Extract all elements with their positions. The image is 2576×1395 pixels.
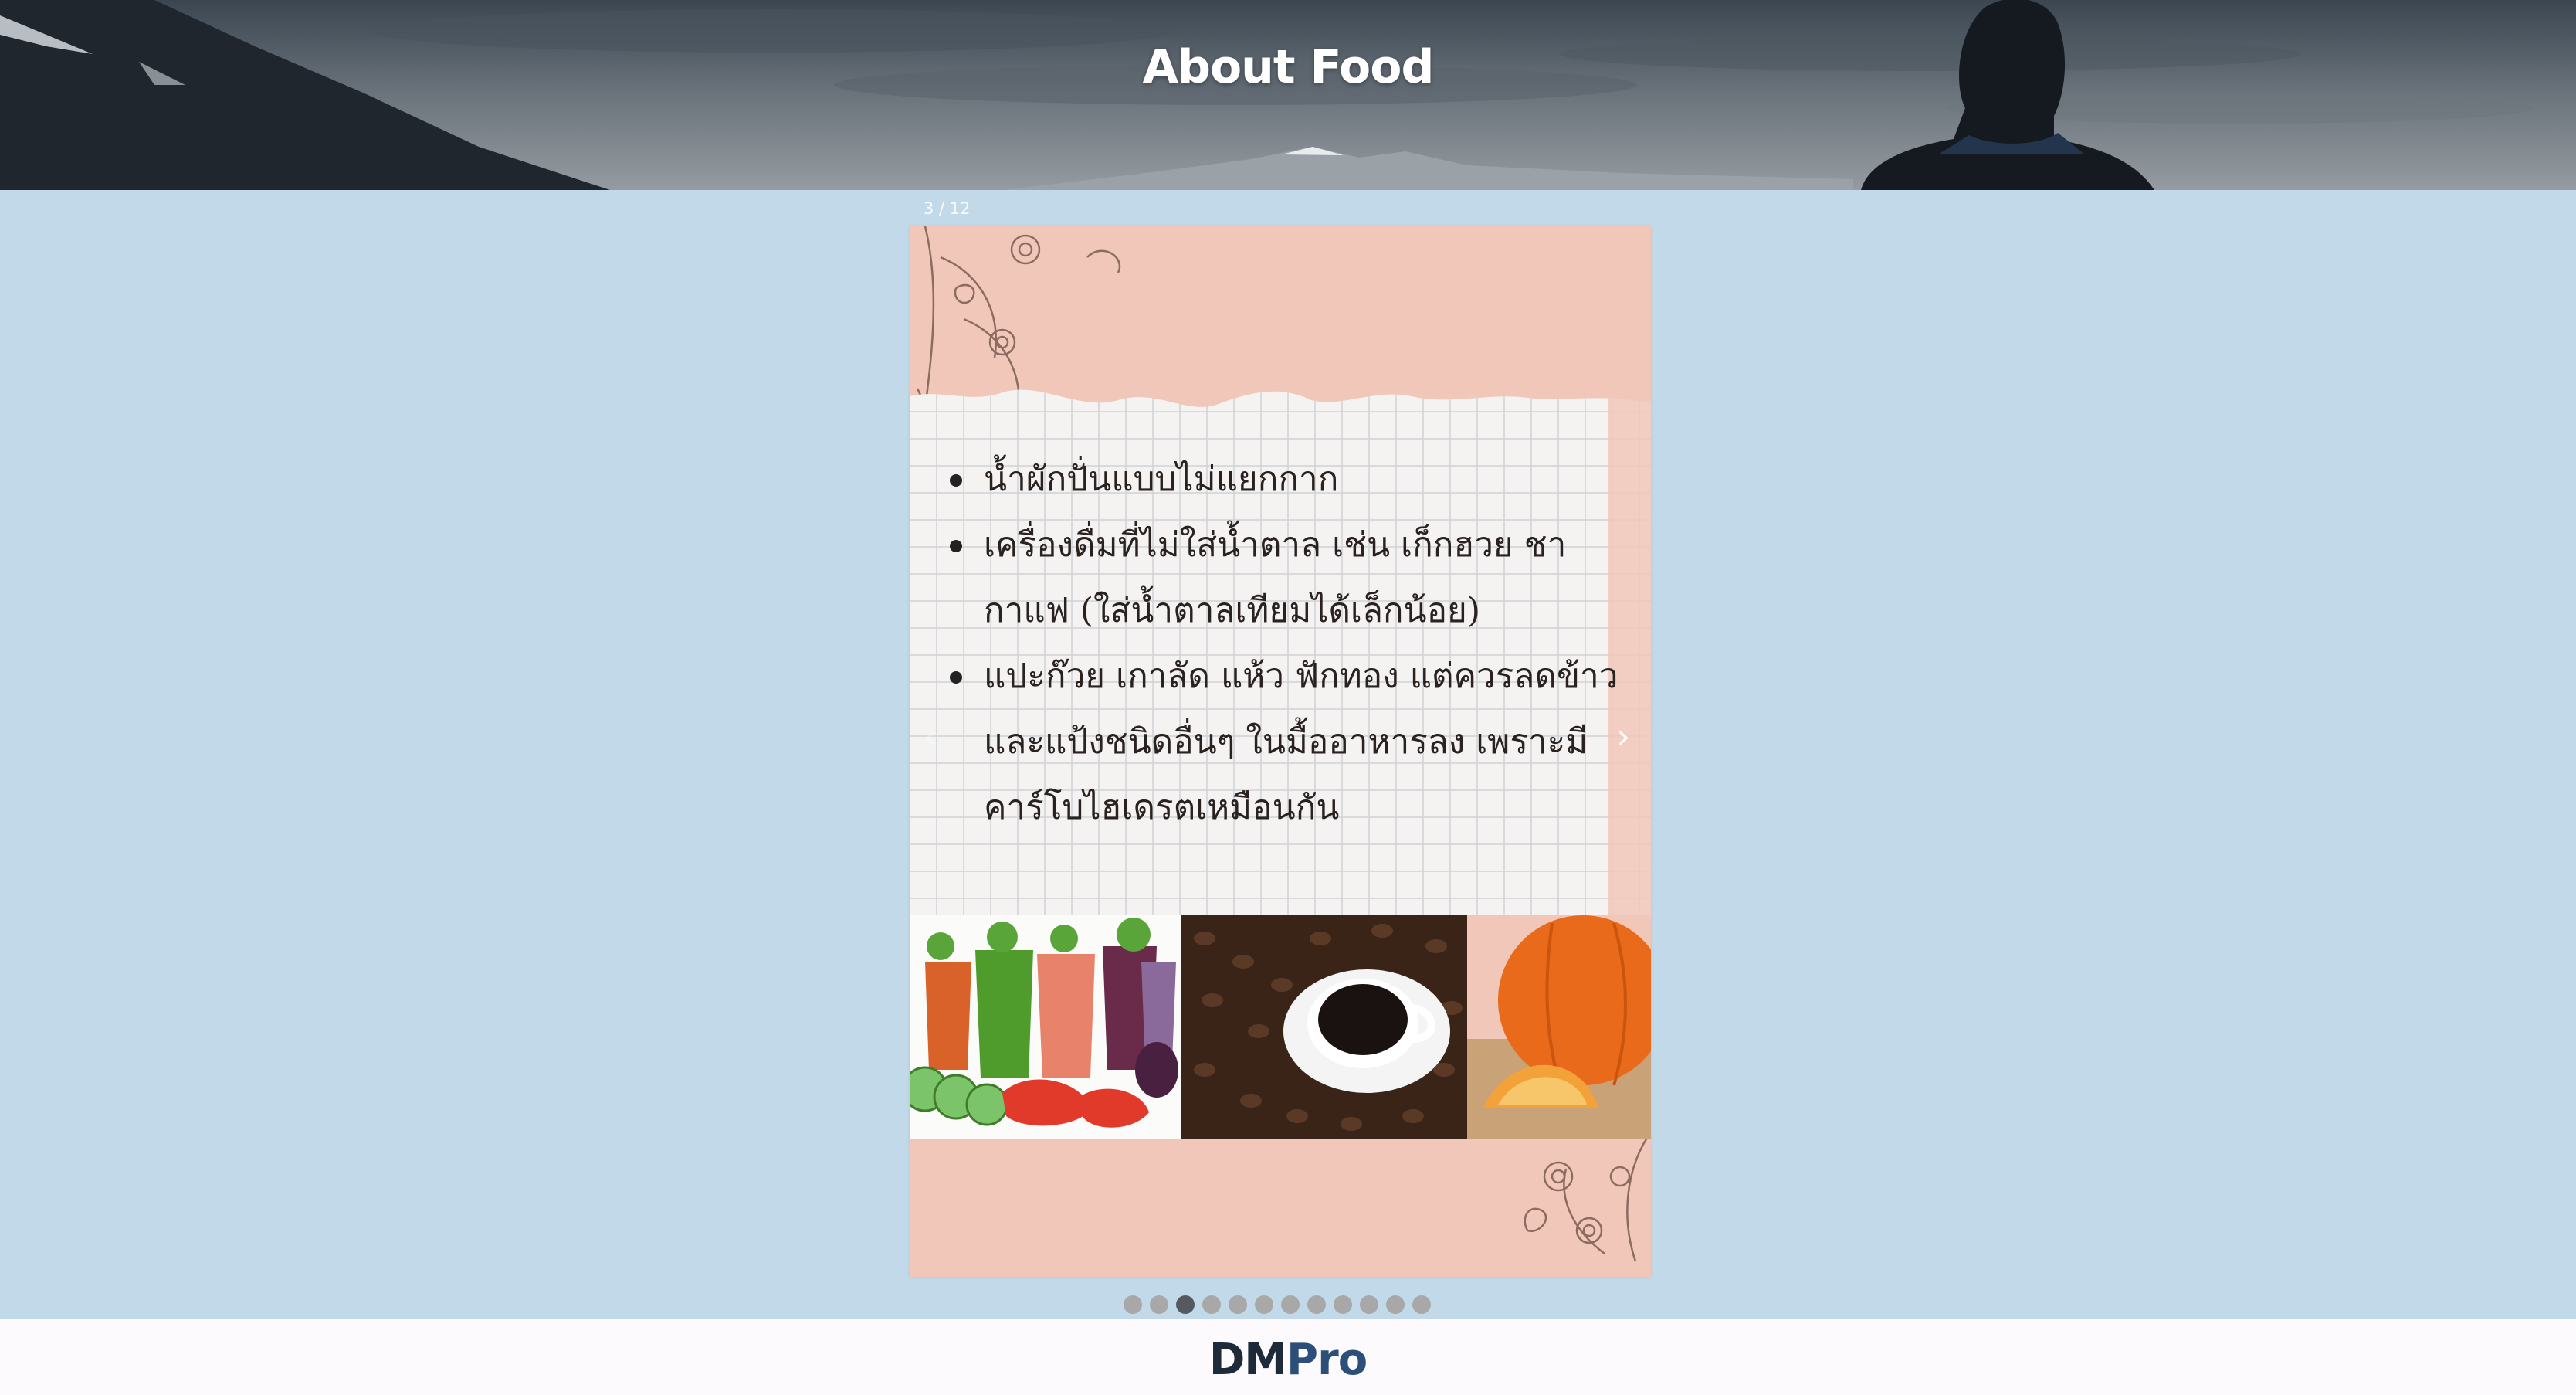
hero-header: About Food xyxy=(0,0,2576,190)
pagination-dot-6[interactable] xyxy=(1255,1295,1273,1314)
pagination-dot-3[interactable] xyxy=(1176,1295,1195,1314)
pagination-dot-1[interactable] xyxy=(1124,1295,1142,1314)
slide-pagination xyxy=(1124,1295,1431,1314)
pagination-dot-2[interactable] xyxy=(1150,1295,1168,1314)
mountain-landscape-image xyxy=(0,0,2576,190)
pagination-dot-4[interactable] xyxy=(1202,1295,1221,1314)
pagination-dot-8[interactable] xyxy=(1307,1295,1326,1314)
pagination-dot-11[interactable] xyxy=(1386,1295,1405,1314)
pumpkin-image xyxy=(1467,915,1651,1139)
brand-logo[interactable]: DMPro xyxy=(0,1335,2576,1385)
pagination-dot-9[interactable] xyxy=(1334,1295,1352,1314)
pagination-dot-5[interactable] xyxy=(1229,1295,1247,1314)
bullet-item-2: เครื่องดื่มที่ไม่ใส่น้ำตาล เช่น เก็กฮวย … xyxy=(950,512,1629,643)
bullet-item-3: แปะก๊วย เกาลัด แห้ว ฟักทอง แต่ควรลดข้าวแ… xyxy=(950,643,1629,840)
pagination-dot-7[interactable] xyxy=(1281,1295,1300,1314)
vegetable-juice-image xyxy=(910,915,1181,1139)
photo-strip xyxy=(910,915,1651,1139)
brand-logo-part1: DM xyxy=(1208,1335,1287,1385)
footer: DMPro xyxy=(0,1319,2576,1395)
prev-slide-button[interactable]: ‹ xyxy=(924,718,937,754)
pagination-dot-12[interactable] xyxy=(1412,1295,1431,1314)
slide-counter: 3 / 12 xyxy=(924,199,971,218)
page-title: About Food xyxy=(1142,40,1435,94)
brand-logo-part2: Pro xyxy=(1286,1335,1368,1385)
slide-bullet-list: น้ำผักปั่นแบบไม่แยกกาก เครื่องดื่มที่ไม่… xyxy=(950,446,1629,840)
next-slide-button[interactable]: › xyxy=(1616,718,1630,754)
slide-image: น้ำผักปั่นแบบไม่แยกกาก เครื่องดื่มที่ไม่… xyxy=(910,226,1651,1277)
coffee-image xyxy=(1181,915,1467,1139)
pagination-dot-10[interactable] xyxy=(1360,1295,1378,1314)
bullet-item-1: น้ำผักปั่นแบบไม่แยกกาก xyxy=(950,446,1629,512)
